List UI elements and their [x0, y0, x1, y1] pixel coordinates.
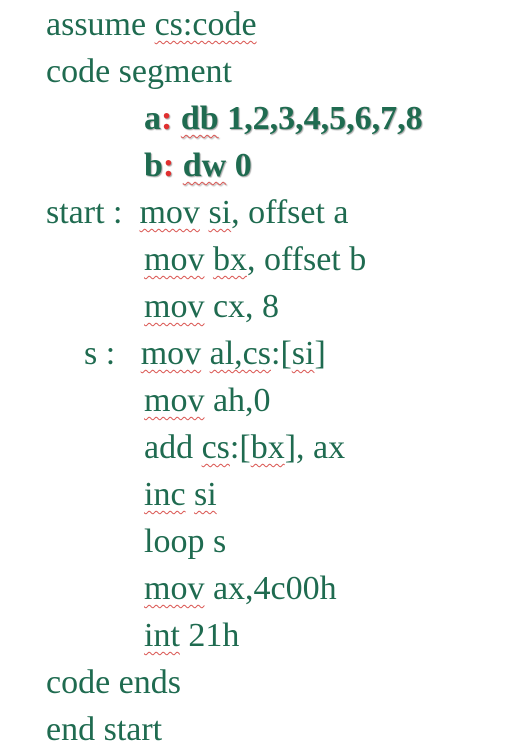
code-line-1: assume cs:code	[46, 2, 257, 48]
code-text-segment	[186, 476, 195, 513]
code-text-segment: a	[144, 100, 161, 137]
code-text-segment: , offset a	[231, 194, 349, 231]
code-text-segment: b	[144, 147, 163, 184]
spellcheck-flagged-word: si	[194, 476, 217, 513]
spellcheck-flagged-word: db	[180, 100, 219, 137]
spellcheck-flagged-word: bx	[250, 429, 285, 466]
spellcheck-flagged-word: mov	[144, 382, 205, 419]
code-line-6: mov bx, offset b	[144, 237, 366, 283]
code-text-segment: :	[162, 147, 175, 184]
code-text-segment: , offset b	[246, 241, 367, 278]
spellcheck-flagged-word: cs	[201, 429, 230, 466]
code-text-segment: ], ax	[284, 429, 346, 466]
spellcheck-flagged-word: si	[208, 194, 232, 231]
code-text-segment: :	[161, 100, 173, 137]
spellcheck-flagged-word: mov	[140, 335, 202, 372]
code-line-2: code segment	[46, 49, 232, 95]
code-line-7: mov cx, 8	[144, 284, 279, 330]
code-line-8: s : mov al,cs:[si]	[84, 331, 326, 377]
code-line-9: mov ah,0	[144, 378, 271, 424]
spellcheck-flagged-word: mov	[139, 194, 200, 231]
code-text-segment: 1,2,3,4,5,6,7,8	[218, 100, 423, 137]
code-text-segment: ]	[314, 335, 326, 372]
code-text-segment: :[	[271, 335, 292, 372]
code-text-segment: ax,4c00h	[204, 570, 337, 607]
code-text-segment: :[	[229, 429, 251, 466]
spellcheck-flagged-word: mov	[144, 570, 205, 607]
code-line-5: start : mov si, offset a	[46, 190, 349, 236]
code-text-segment: 21h	[179, 617, 240, 654]
spellcheck-flagged-word: mov	[144, 241, 205, 278]
spellcheck-flagged-word: cs:code	[154, 6, 257, 43]
spellcheck-flagged-word: mov	[144, 288, 205, 325]
code-text-segment: assume	[46, 6, 155, 43]
code-text-segment	[174, 147, 183, 184]
code-line-4: b: dw 0	[144, 143, 252, 189]
spellcheck-flagged-word: si	[291, 335, 315, 372]
code-line-15: code ends	[46, 660, 181, 706]
spellcheck-flagged-word: int	[144, 617, 180, 654]
code-line-14: int 21h	[144, 613, 239, 659]
code-document: assume cs:code code segment a: db 1,2,3,4,…	[0, 0, 525, 756]
code-line-13: mov ax,4c00h	[144, 566, 337, 612]
code-text-segment: code segment	[46, 53, 232, 90]
spellcheck-flagged-word: al,cs	[209, 335, 271, 372]
spellcheck-flagged-word: bx	[212, 241, 247, 278]
code-line-12: loop s	[144, 519, 226, 565]
code-text-segment: s :	[84, 335, 141, 372]
code-text-segment: code ends	[46, 664, 182, 701]
code-text-segment: ah,0	[204, 382, 271, 419]
code-text-segment: end start	[46, 711, 163, 748]
code-line-10: add cs:[bx], ax	[144, 425, 345, 471]
code-text-segment	[201, 335, 210, 372]
code-text-segment	[172, 100, 181, 137]
code-line-11: inc si	[144, 472, 217, 518]
spellcheck-flagged-word: dw	[182, 147, 227, 184]
code-text-segment: loop s	[144, 523, 227, 560]
code-text-segment: start :	[46, 194, 140, 231]
code-text-segment: cx, 8	[204, 288, 280, 325]
spellcheck-flagged-word: inc	[144, 476, 186, 513]
code-line-3: a: db 1,2,3,4,5,6,7,8	[144, 96, 423, 142]
code-line-16: end start	[46, 707, 162, 753]
code-text-segment	[204, 241, 213, 278]
code-text-segment: add	[144, 429, 202, 466]
code-text-segment: 0	[226, 147, 252, 184]
